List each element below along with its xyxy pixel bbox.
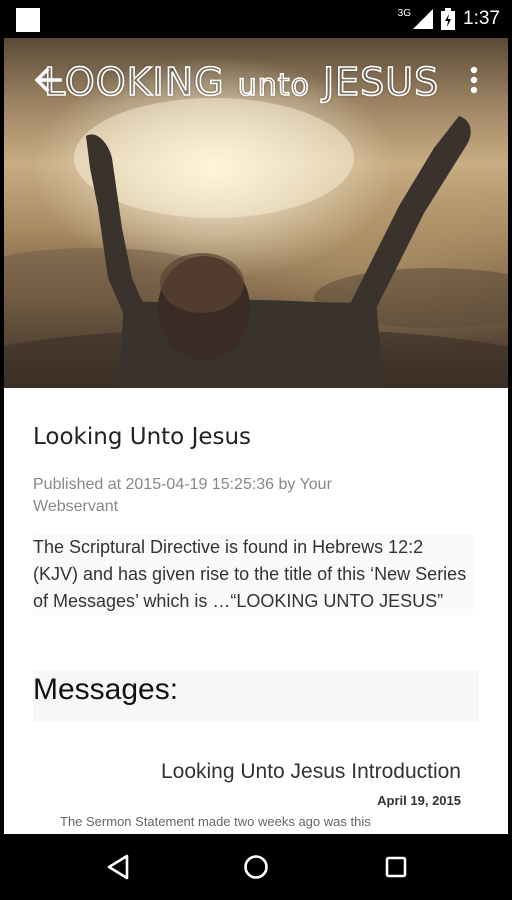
nav-back-button[interactable] (96, 848, 140, 886)
banner-word-jesus: JESUS (309, 59, 440, 105)
article-meta: Published at 2015-04-19 15:25:36 by Your… (33, 476, 332, 515)
messages-heading: Messages: (33, 670, 479, 722)
banner-word-looking: LOOKING (43, 59, 238, 105)
status-time: 1:37 (463, 8, 500, 29)
battery-charging-icon (441, 8, 456, 30)
message-date: April 19, 2015 (377, 793, 461, 808)
system-nav-bar (0, 834, 512, 900)
status-bar: 3G 1:37 (0, 0, 512, 38)
banner-word-unto: unto (237, 67, 310, 104)
nav-recents-button[interactable] (374, 848, 418, 886)
recents-square-icon (385, 856, 407, 878)
back-button[interactable] (26, 58, 70, 102)
article-title: Looking Unto Jesus (33, 424, 252, 450)
home-circle-icon (244, 855, 268, 879)
back-triangle-icon (107, 854, 129, 880)
article-body: The Scriptural Directive is found in Heb… (33, 534, 473, 615)
message-excerpt: The Sermon Statement made two weeks ago … (60, 814, 371, 829)
more-vert-icon (470, 66, 478, 94)
notification-square-icon (16, 8, 40, 32)
header-image: LOOKING unto JESUS (4, 38, 508, 388)
status-icons: 3G 1:37 (398, 0, 500, 38)
signal-icon (413, 9, 434, 29)
overflow-menu-button[interactable] (460, 62, 488, 102)
network-type-label: 3G (397, 7, 412, 19)
nav-home-button[interactable] (234, 848, 278, 886)
article-content: Looking Unto Jesus Published at 2015-04-… (4, 388, 508, 834)
arrow-back-icon (34, 67, 62, 93)
message-title[interactable]: Looking Unto Jesus Introduction (161, 760, 461, 784)
banner-title: LOOKING unto JESUS (43, 59, 440, 105)
